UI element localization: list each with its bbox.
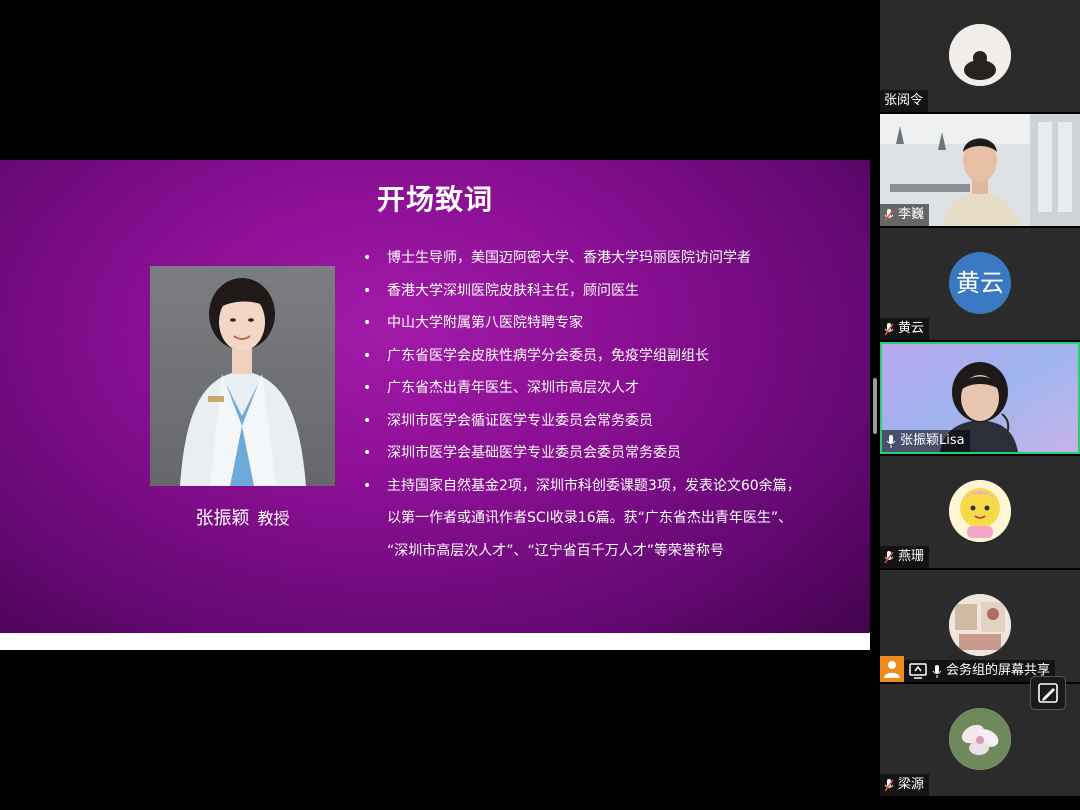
bio-bullet: 香港大学深圳医院皮肤科主任，顾问医生 — [363, 275, 823, 308]
speaker-name: 张振颖 — [195, 508, 250, 529]
speaker-name-caption: 张振颖 教授 — [150, 504, 335, 530]
participant-name: 张振颖Lisa — [900, 433, 965, 448]
participant-tile[interactable]: 黄云 黄云 — [880, 228, 1080, 340]
participant-avatar — [949, 594, 1011, 656]
bio-bullet: 广东省杰出青年医生、深圳市高层次人才 — [363, 372, 823, 405]
mic-muted-icon — [884, 778, 894, 791]
participant-name-tag: 黄云 — [880, 318, 930, 340]
participant-name: 黄云 — [898, 321, 925, 336]
person-icon — [880, 656, 904, 682]
participant-tile[interactable]: 会务组的屏幕共享 — [880, 570, 1080, 682]
participant-name-tag: 燕珊 — [880, 546, 930, 568]
mic-muted-icon — [884, 550, 894, 563]
slide-title: 开场致词 — [376, 183, 493, 216]
mic-muted-icon — [884, 322, 894, 335]
participant-name: 燕珊 — [898, 549, 925, 564]
bio-bullet: 深圳市医学会循证医学专业委员会常务委员 — [363, 405, 823, 438]
participant-avatar — [949, 708, 1011, 770]
presentation-slide: 开场致词 张振颖 教授 • 博士生导师，美国迈阿密大学、香港大学玛丽医院访问学者… — [0, 160, 870, 650]
participant-name-tag: 张振颖Lisa — [882, 430, 970, 452]
shared-screen-stage: 开场致词 张振颖 教授 • 博士生导师，美国迈阿密大学、香港大学玛丽医院访问学者… — [0, 0, 878, 810]
mic-icon — [932, 664, 942, 678]
bio-bullet: 广东省医学会皮肤性病学分会委员，免疫学组副组长 — [363, 340, 823, 373]
speaker-portrait — [150, 266, 335, 486]
active-speaker-tile[interactable]: 张振颖Lisa — [880, 342, 1080, 454]
bio-bullet-list: 博士生导师，美国迈阿密大学、香港大学玛丽医院访问学者 香港大学深圳医院皮肤科主任… — [363, 242, 823, 567]
participant-name: 李巍 — [898, 207, 925, 222]
participant-video-tile[interactable]: 李巍 — [880, 114, 1080, 226]
participant-tile[interactable]: 张阅令 — [880, 0, 1080, 112]
participant-avatar — [949, 24, 1011, 86]
annotate-pen-button[interactable] — [1030, 676, 1066, 710]
participant-name-tag: 梁源 — [880, 774, 930, 796]
speaker-title: 教授 — [257, 509, 290, 528]
bio-bullet-line: “深圳市高层次人才”、“辽宁省百千万人才”等荣誉称号 — [387, 542, 725, 559]
bio-bullet: 深圳市医学会基础医学专业委员会委员常务委员 — [363, 437, 823, 470]
participant-tile[interactable]: 燕珊 — [880, 456, 1080, 568]
participant-avatar — [949, 480, 1011, 542]
bio-bullet: 博士生导师，美国迈阿密大学、香港大学玛丽医院访问学者 — [363, 242, 823, 275]
mic-icon — [886, 434, 896, 448]
participant-name-tag: 张阅令 — [880, 90, 929, 112]
bio-bullet-line: 以第一作者或通讯作者SCI收录16篇。获“广东省杰出青年医生”、 — [387, 510, 793, 526]
participant-name: 张阅令 — [884, 93, 924, 108]
panel-resize-handle[interactable] — [873, 378, 877, 434]
bio-bullet: 主持国家自然基金2项，深圳市科创委课题3项，发表论文60余篇， 以第一作者或通讯… — [363, 470, 823, 568]
screen-share-icon — [909, 663, 927, 679]
pen-icon — [1038, 683, 1058, 703]
slide-bottom-band — [0, 633, 870, 650]
bio-bullet: 中山大学附属第八医院特聘专家 — [363, 307, 823, 340]
participant-name-tag: 李巍 — [880, 204, 930, 226]
bio-bullet-line: 主持国家自然基金2项，深圳市科创委课题3项，发表论文60余篇， — [387, 477, 801, 494]
participant-name: 梁源 — [898, 777, 925, 792]
participant-text-avatar: 黄云 — [949, 252, 1011, 314]
mic-muted-icon — [884, 208, 894, 221]
